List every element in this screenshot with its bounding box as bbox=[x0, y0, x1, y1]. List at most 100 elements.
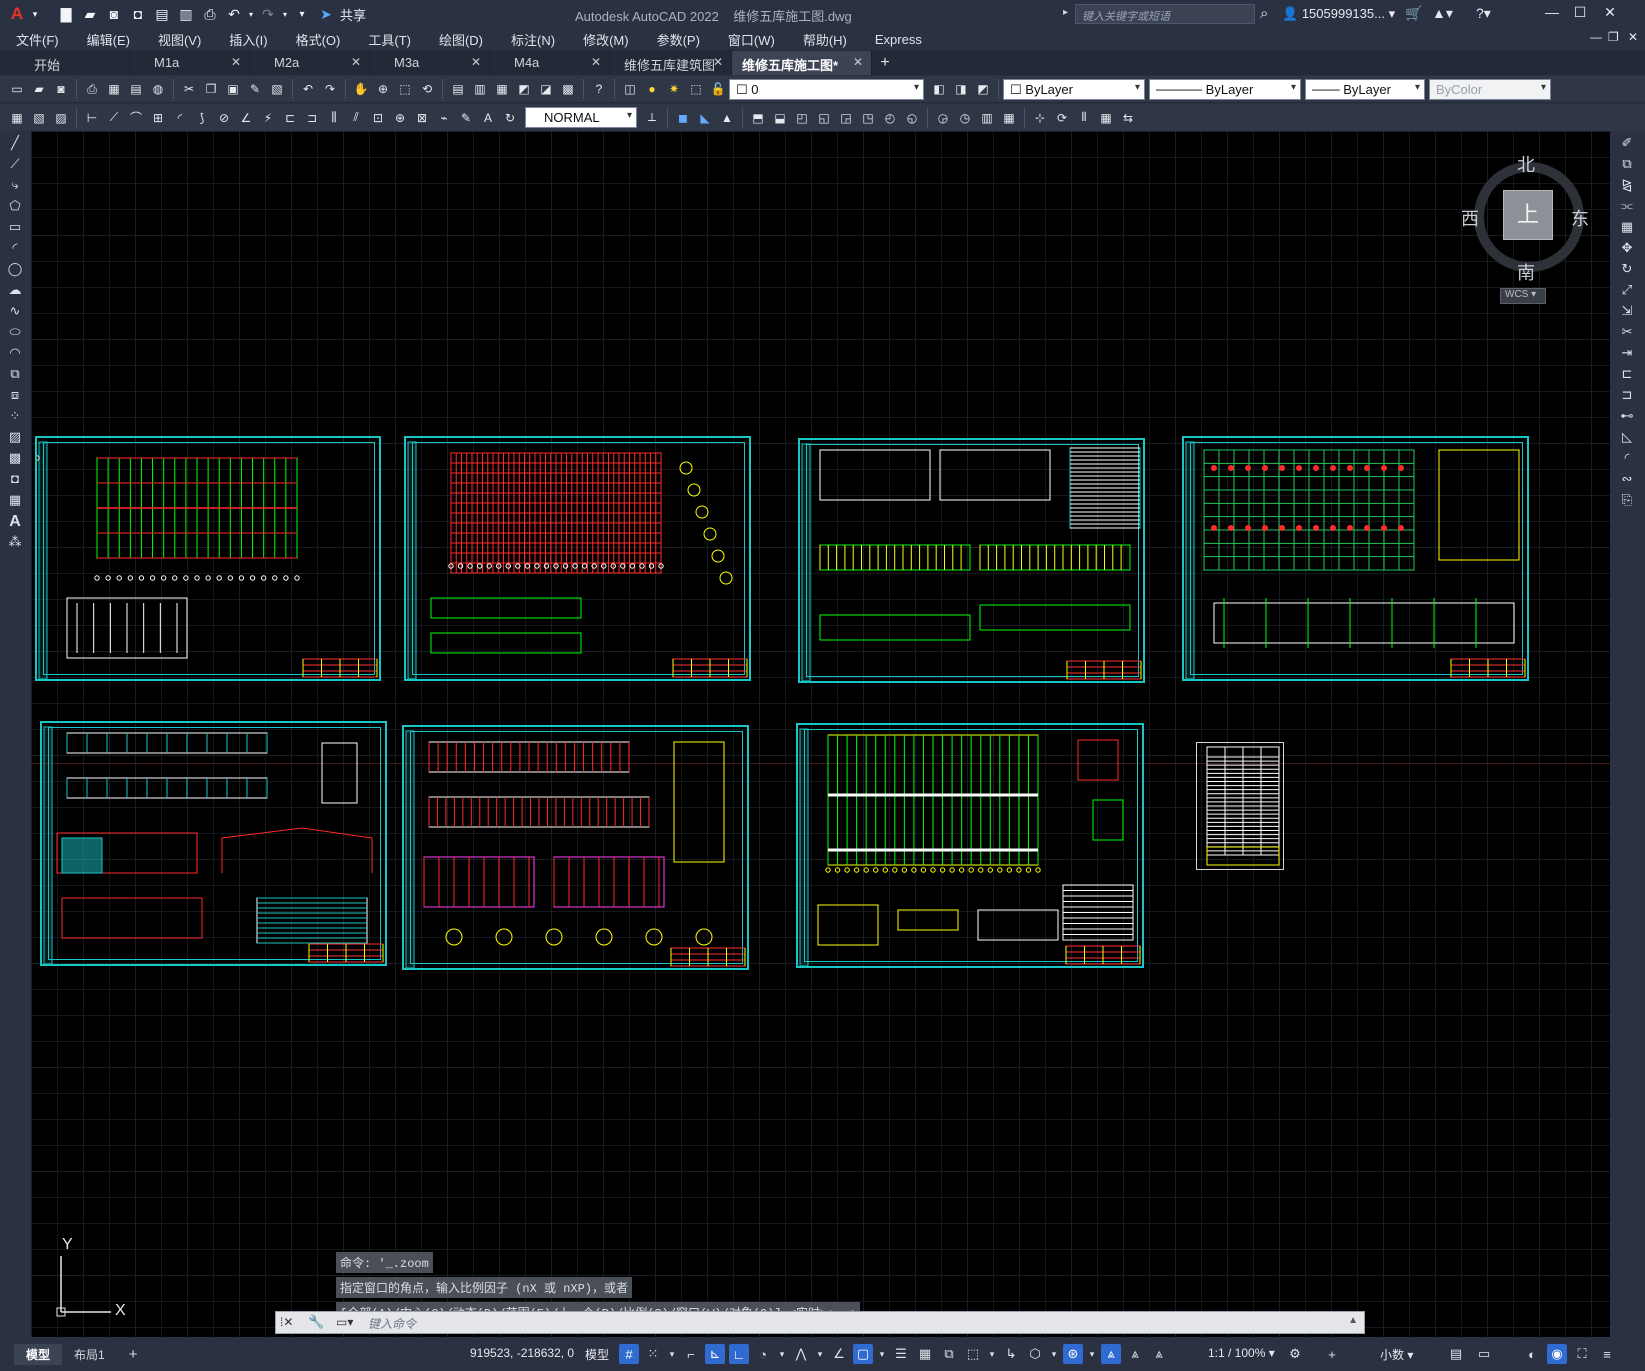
close-icon[interactable]: ✕ bbox=[351, 55, 361, 69]
block-editor-icon[interactable]: ▧ bbox=[267, 79, 287, 99]
menu-edit[interactable]: 编辑(E) bbox=[79, 30, 138, 49]
close-icon[interactable]: ✕ bbox=[471, 55, 481, 69]
wcs-menu[interactable]: WCS ▾ bbox=[1500, 288, 1546, 304]
lock-ui-icon[interactable]: ▭ bbox=[1474, 1344, 1494, 1364]
publish-icon[interactable]: ▤ bbox=[126, 79, 146, 99]
tab-layout1[interactable]: 布局1 bbox=[62, 1344, 117, 1365]
menu-draw[interactable]: 绘图(D) bbox=[431, 30, 491, 49]
viewcube-top-face[interactable]: 上 bbox=[1503, 190, 1553, 240]
snap-dropdown-icon[interactable]: ▾ bbox=[667, 1344, 677, 1364]
close-icon[interactable]: ✕ bbox=[231, 55, 241, 69]
radius-dim-icon[interactable]: ◜ bbox=[170, 108, 190, 128]
3d-align-icon[interactable]: ⫴ bbox=[1074, 108, 1094, 128]
graphics-performance-icon[interactable]: ◉ bbox=[1547, 1344, 1567, 1364]
drawing-sheet[interactable] bbox=[796, 723, 1144, 968]
dim-update-icon[interactable]: ↻ bbox=[500, 108, 520, 128]
customize-toolbar-icon[interactable]: ▾ bbox=[291, 4, 313, 24]
drawing-index-sheet[interactable] bbox=[1196, 742, 1284, 870]
quick-properties-icon[interactable]: ▤ bbox=[1446, 1344, 1466, 1364]
menu-view[interactable]: 视图(V) bbox=[150, 30, 209, 49]
drawing-sheet[interactable] bbox=[1182, 436, 1529, 681]
gradient-icon[interactable]: ▩ bbox=[5, 450, 25, 467]
zoom-previous-icon[interactable]: ⟲ bbox=[417, 79, 437, 99]
auto-scale-icon[interactable]: ⩓ bbox=[1125, 1344, 1145, 1364]
user-account[interactable]: 👤 1505999135... ▾ bbox=[1282, 6, 1395, 22]
extend-icon[interactable]: ⇥ bbox=[1617, 345, 1637, 362]
open-from-web-icon[interactable]: ▤ bbox=[151, 4, 173, 24]
dim-text-edit-icon[interactable]: A bbox=[478, 108, 498, 128]
new-file-icon[interactable]: ▇ bbox=[55, 4, 77, 24]
revision-cloud-icon[interactable]: ☁ bbox=[5, 282, 25, 299]
layer-properties-icon[interactable]: ◫ bbox=[620, 79, 640, 99]
help-icon[interactable]: ? bbox=[589, 79, 609, 99]
plot-preview-icon[interactable]: ▦ bbox=[104, 79, 124, 99]
tolerance-icon[interactable]: ⊡ bbox=[368, 108, 388, 128]
center-mark-icon[interactable]: ⊕ bbox=[390, 108, 410, 128]
hatch-icon[interactable]: ▨ bbox=[5, 429, 25, 446]
menu-insert[interactable]: 插入(I) bbox=[221, 30, 275, 49]
polar-dropdown-icon[interactable]: ▾ bbox=[777, 1344, 787, 1364]
undo-dropdown-icon[interactable]: ▾ bbox=[247, 4, 255, 24]
command-line-close-icon[interactable]: ⁞✕ bbox=[280, 1315, 293, 1329]
make-block-icon[interactable]: ⧈ bbox=[5, 387, 25, 404]
help-icon[interactable]: ?▾ bbox=[1476, 5, 1491, 22]
markup-icon[interactable]: ◪ bbox=[536, 79, 556, 99]
extrude-icon[interactable]: ⬒ bbox=[748, 108, 768, 128]
fillet-icon[interactable]: ◜ bbox=[1617, 450, 1637, 467]
dynamic-ucs-icon[interactable]: ↳ bbox=[1001, 1344, 1021, 1364]
annotation-monitor-icon[interactable]: + bbox=[1322, 1344, 1342, 1364]
osnap-dropdown-icon[interactable]: ▾ bbox=[877, 1344, 887, 1364]
gizmo-icon[interactable]: ⊛ bbox=[1063, 1344, 1083, 1364]
angular-dim-icon[interactable]: ∠ bbox=[236, 108, 256, 128]
point-icon[interactable]: ⁘ bbox=[5, 408, 25, 425]
sheet-set-icon[interactable]: ◩ bbox=[514, 79, 534, 99]
save-as-icon[interactable]: ◘ bbox=[127, 4, 149, 24]
mirror-icon[interactable]: ⧎ bbox=[1617, 177, 1637, 194]
drawing-sheet[interactable] bbox=[402, 725, 749, 970]
cone-icon[interactable]: ▲ bbox=[717, 108, 737, 128]
layer-state-icon[interactable]: ◩ bbox=[973, 79, 993, 99]
close-icon[interactable]: ✕ bbox=[591, 55, 601, 69]
viewcube[interactable]: 上 北 南 东 西 bbox=[1461, 151, 1593, 291]
transparency-icon[interactable]: ▦ bbox=[915, 1344, 935, 1364]
menu-window[interactable]: 窗口(W) bbox=[720, 30, 783, 49]
linetype-dropdown[interactable]: ───── ByLayer ▾ bbox=[1149, 78, 1301, 100]
quick-dim-icon[interactable]: ⚡ bbox=[258, 108, 278, 128]
layer-walk-icon[interactable]: ▨ bbox=[51, 108, 71, 128]
close-icon[interactable]: ✕ bbox=[853, 55, 863, 69]
match-icon[interactable]: ▧ bbox=[29, 108, 49, 128]
polar-tracking-icon[interactable]: ◔ bbox=[753, 1344, 773, 1364]
object-snap-tracking-icon[interactable]: ∠ bbox=[829, 1344, 849, 1364]
array-icon[interactable]: ▦ bbox=[1617, 219, 1637, 236]
layer-on-icon[interactable]: ● bbox=[642, 79, 662, 99]
polygon-icon[interactable]: ⬠ bbox=[5, 198, 25, 215]
redo-dropdown-icon[interactable]: ▾ bbox=[281, 4, 289, 24]
polyline-icon[interactable]: ⤷ bbox=[5, 177, 25, 194]
region-icon[interactable]: ◘ bbox=[5, 471, 25, 488]
zoom-window-icon[interactable]: ⬚ bbox=[395, 79, 415, 99]
open-icon[interactable]: ▰ bbox=[29, 79, 49, 99]
blend-curves-icon[interactable]: ∾ bbox=[1617, 471, 1637, 488]
zoom-realtime-icon[interactable]: ⊕ bbox=[373, 79, 393, 99]
snap-icon[interactable]: ⁙ bbox=[643, 1344, 663, 1364]
undo-icon[interactable]: ↶ bbox=[298, 79, 318, 99]
command-line[interactable]: ⁞✕ 🔧 ▭▾ 键入命令 ▲ bbox=[275, 1311, 1365, 1334]
workspace-switch-icon[interactable]: ⚙ bbox=[1285, 1344, 1305, 1364]
lineweight-dropdown[interactable]: ─── ByLayer ▾ bbox=[1305, 78, 1425, 100]
continue-dim-icon[interactable]: ⊐ bbox=[302, 108, 322, 128]
revolve-icon[interactable]: ◱ bbox=[814, 108, 834, 128]
sweep-icon[interactable]: ◰ bbox=[792, 108, 812, 128]
intersect-icon[interactable]: ◵ bbox=[902, 108, 922, 128]
slice-icon[interactable]: ◶ bbox=[933, 108, 953, 128]
layer-previous-icon[interactable]: ◨ bbox=[951, 79, 971, 99]
command-input[interactable]: 键入命令 bbox=[368, 1315, 416, 1332]
arc-icon[interactable]: ◜ bbox=[5, 240, 25, 257]
interfere-icon[interactable]: ◷ bbox=[955, 108, 975, 128]
copy-object-icon[interactable]: ⧉ bbox=[1617, 156, 1637, 173]
flatten-icon[interactable]: ▦ bbox=[999, 108, 1019, 128]
match-properties-icon[interactable]: ✎ bbox=[245, 79, 265, 99]
tab-architectural[interactable]: 维修五库建筑图 ✕ bbox=[610, 51, 732, 75]
model-space-toggle[interactable]: 模型 bbox=[585, 1346, 609, 1363]
union-icon[interactable]: ◳ bbox=[858, 108, 878, 128]
properties-icon[interactable]: ▤ bbox=[448, 79, 468, 99]
